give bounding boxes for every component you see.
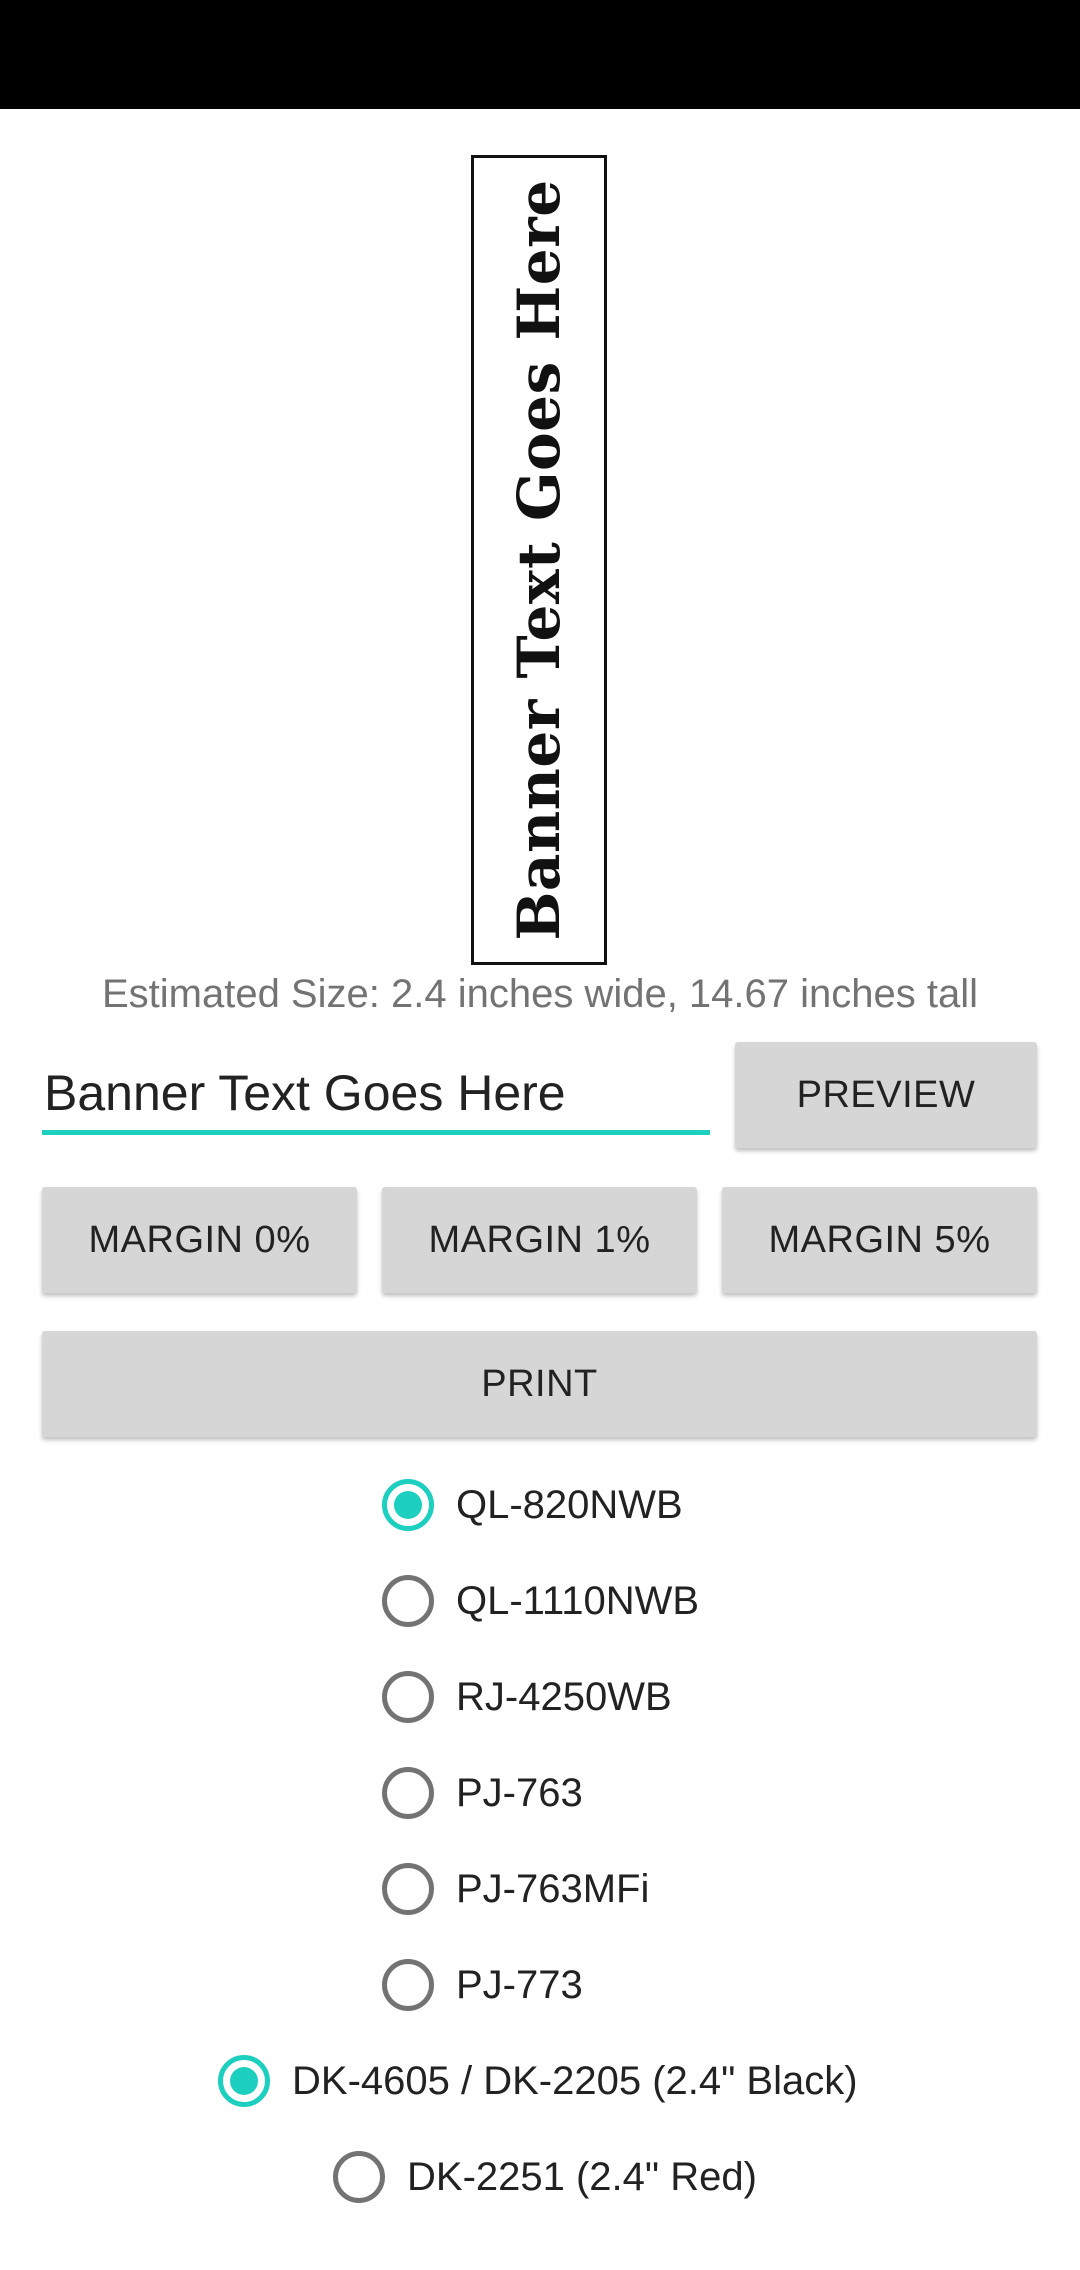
printer-option-label: QL-820NWB <box>456 1482 683 1527</box>
radio-unchecked-icon[interactable] <box>333 2151 385 2203</box>
radio-unchecked-icon[interactable] <box>382 1767 434 1819</box>
estimated-size-text: Estimated Size: 2.4 inches wide, 14.67 i… <box>101 972 979 1016</box>
radio-unchecked-icon[interactable] <box>382 1959 434 2011</box>
printer-option-label: PJ-763MFi <box>456 1866 650 1911</box>
margin-1-button[interactable]: MARGIN 1% <box>382 1187 697 1293</box>
status-bar <box>0 0 1080 109</box>
printer-option-pj-763mfi[interactable]: PJ-763MFi <box>382 1854 649 1924</box>
printer-option-pj-763[interactable]: PJ-763 <box>382 1758 583 1828</box>
print-button[interactable]: PRINT <box>42 1331 1037 1437</box>
margin-0-button[interactable]: MARGIN 0% <box>42 1187 357 1293</box>
label-option-dk-4605[interactable]: DK-4605 / DK-2205 (2.4" Black) <box>218 2046 858 2116</box>
printer-option-label: PJ-773 <box>456 1962 583 2007</box>
banner-preview: Banner Text Goes Here <box>471 155 607 965</box>
label-option-label: DK-4605 / DK-2205 (2.4" Black) <box>292 2058 858 2103</box>
printer-option-ql-1110nwb[interactable]: QL-1110NWB <box>382 1566 699 1636</box>
printer-option-label: RJ-4250WB <box>456 1674 672 1719</box>
printer-option-ql-820nwb[interactable]: QL-820NWB <box>382 1470 683 1540</box>
printer-option-label: QL-1110NWB <box>456 1578 700 1623</box>
radio-unchecked-icon[interactable] <box>382 1575 434 1627</box>
banner-preview-text: Banner Text Goes Here <box>505 179 573 941</box>
radio-checked-icon[interactable] <box>218 2055 270 2107</box>
preview-button[interactable]: PREVIEW <box>735 1042 1037 1148</box>
label-option-dk-2251[interactable]: DK-2251 (2.4" Red) <box>333 2142 757 2212</box>
printer-option-pj-773[interactable]: PJ-773 <box>382 1950 583 2020</box>
radio-unchecked-icon[interactable] <box>382 1671 434 1723</box>
margin-5-button[interactable]: MARGIN 5% <box>722 1187 1037 1293</box>
radio-unchecked-icon[interactable] <box>382 1863 434 1915</box>
radio-checked-icon[interactable] <box>382 1479 434 1531</box>
label-option-label: DK-2251 (2.4" Red) <box>407 2154 757 2199</box>
printer-option-label: PJ-763 <box>456 1770 583 1815</box>
banner-text-input[interactable] <box>42 1055 710 1135</box>
printer-option-rj-4250wb[interactable]: RJ-4250WB <box>382 1662 672 1732</box>
